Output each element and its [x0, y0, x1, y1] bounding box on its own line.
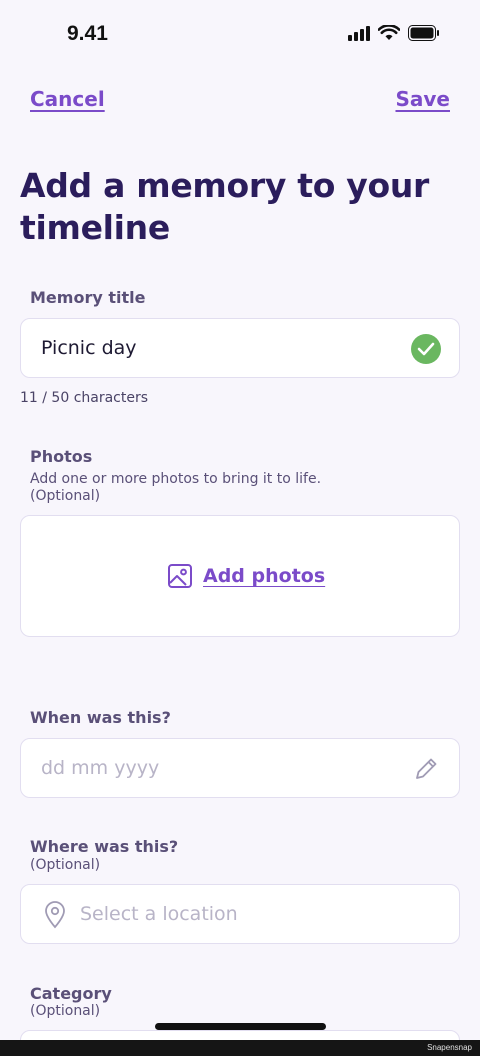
add-photos-area[interactable]: Add photos: [20, 515, 460, 637]
status-time: 9.41: [67, 22, 108, 45]
save-button[interactable]: Save: [395, 87, 450, 111]
location-pin-icon: [45, 901, 65, 929]
watermark: Snapensnap: [427, 1043, 472, 1052]
page-title: Add a memory to your timeline: [20, 166, 430, 247]
status-icons: [348, 25, 440, 41]
check-circle-icon: [411, 334, 441, 364]
image-icon: [168, 564, 192, 588]
location-placeholder: Select a location: [80, 903, 238, 925]
date-placeholder: dd mm yyyy: [41, 757, 160, 779]
home-indicator[interactable]: [155, 1023, 326, 1030]
battery-icon: [408, 25, 439, 41]
add-photos-button[interactable]: Add photos: [167, 563, 325, 589]
category-label: Category: [30, 984, 112, 1003]
status-bar: 9.41: [0, 0, 480, 70]
character-counter: 11 / 50 characters: [20, 390, 149, 406]
photos-hint: Add one or more photos to bring it to li…: [30, 471, 322, 487]
photos-optional: (Optional): [30, 488, 101, 504]
bottom-strip: [0, 1040, 480, 1056]
memory-title-value: Picnic day: [41, 337, 137, 359]
category-optional: (Optional): [30, 1003, 101, 1019]
add-photos-label: Add photos: [203, 565, 326, 587]
date-label: When was this?: [30, 708, 171, 727]
date-input[interactable]: dd mm yyyy: [20, 738, 460, 798]
memory-title-label: Memory title: [30, 288, 146, 307]
pencil-icon[interactable]: [413, 756, 439, 782]
location-label: Where was this?: [30, 837, 179, 856]
photos-label: Photos: [30, 447, 93, 466]
location-optional: (Optional): [30, 857, 101, 873]
location-select[interactable]: Select a location: [20, 884, 460, 944]
memory-title-input[interactable]: Picnic day: [20, 318, 460, 378]
cancel-button[interactable]: Cancel: [30, 87, 105, 111]
cellular-signal-icon: [348, 25, 370, 41]
wifi-icon: [378, 25, 400, 40]
